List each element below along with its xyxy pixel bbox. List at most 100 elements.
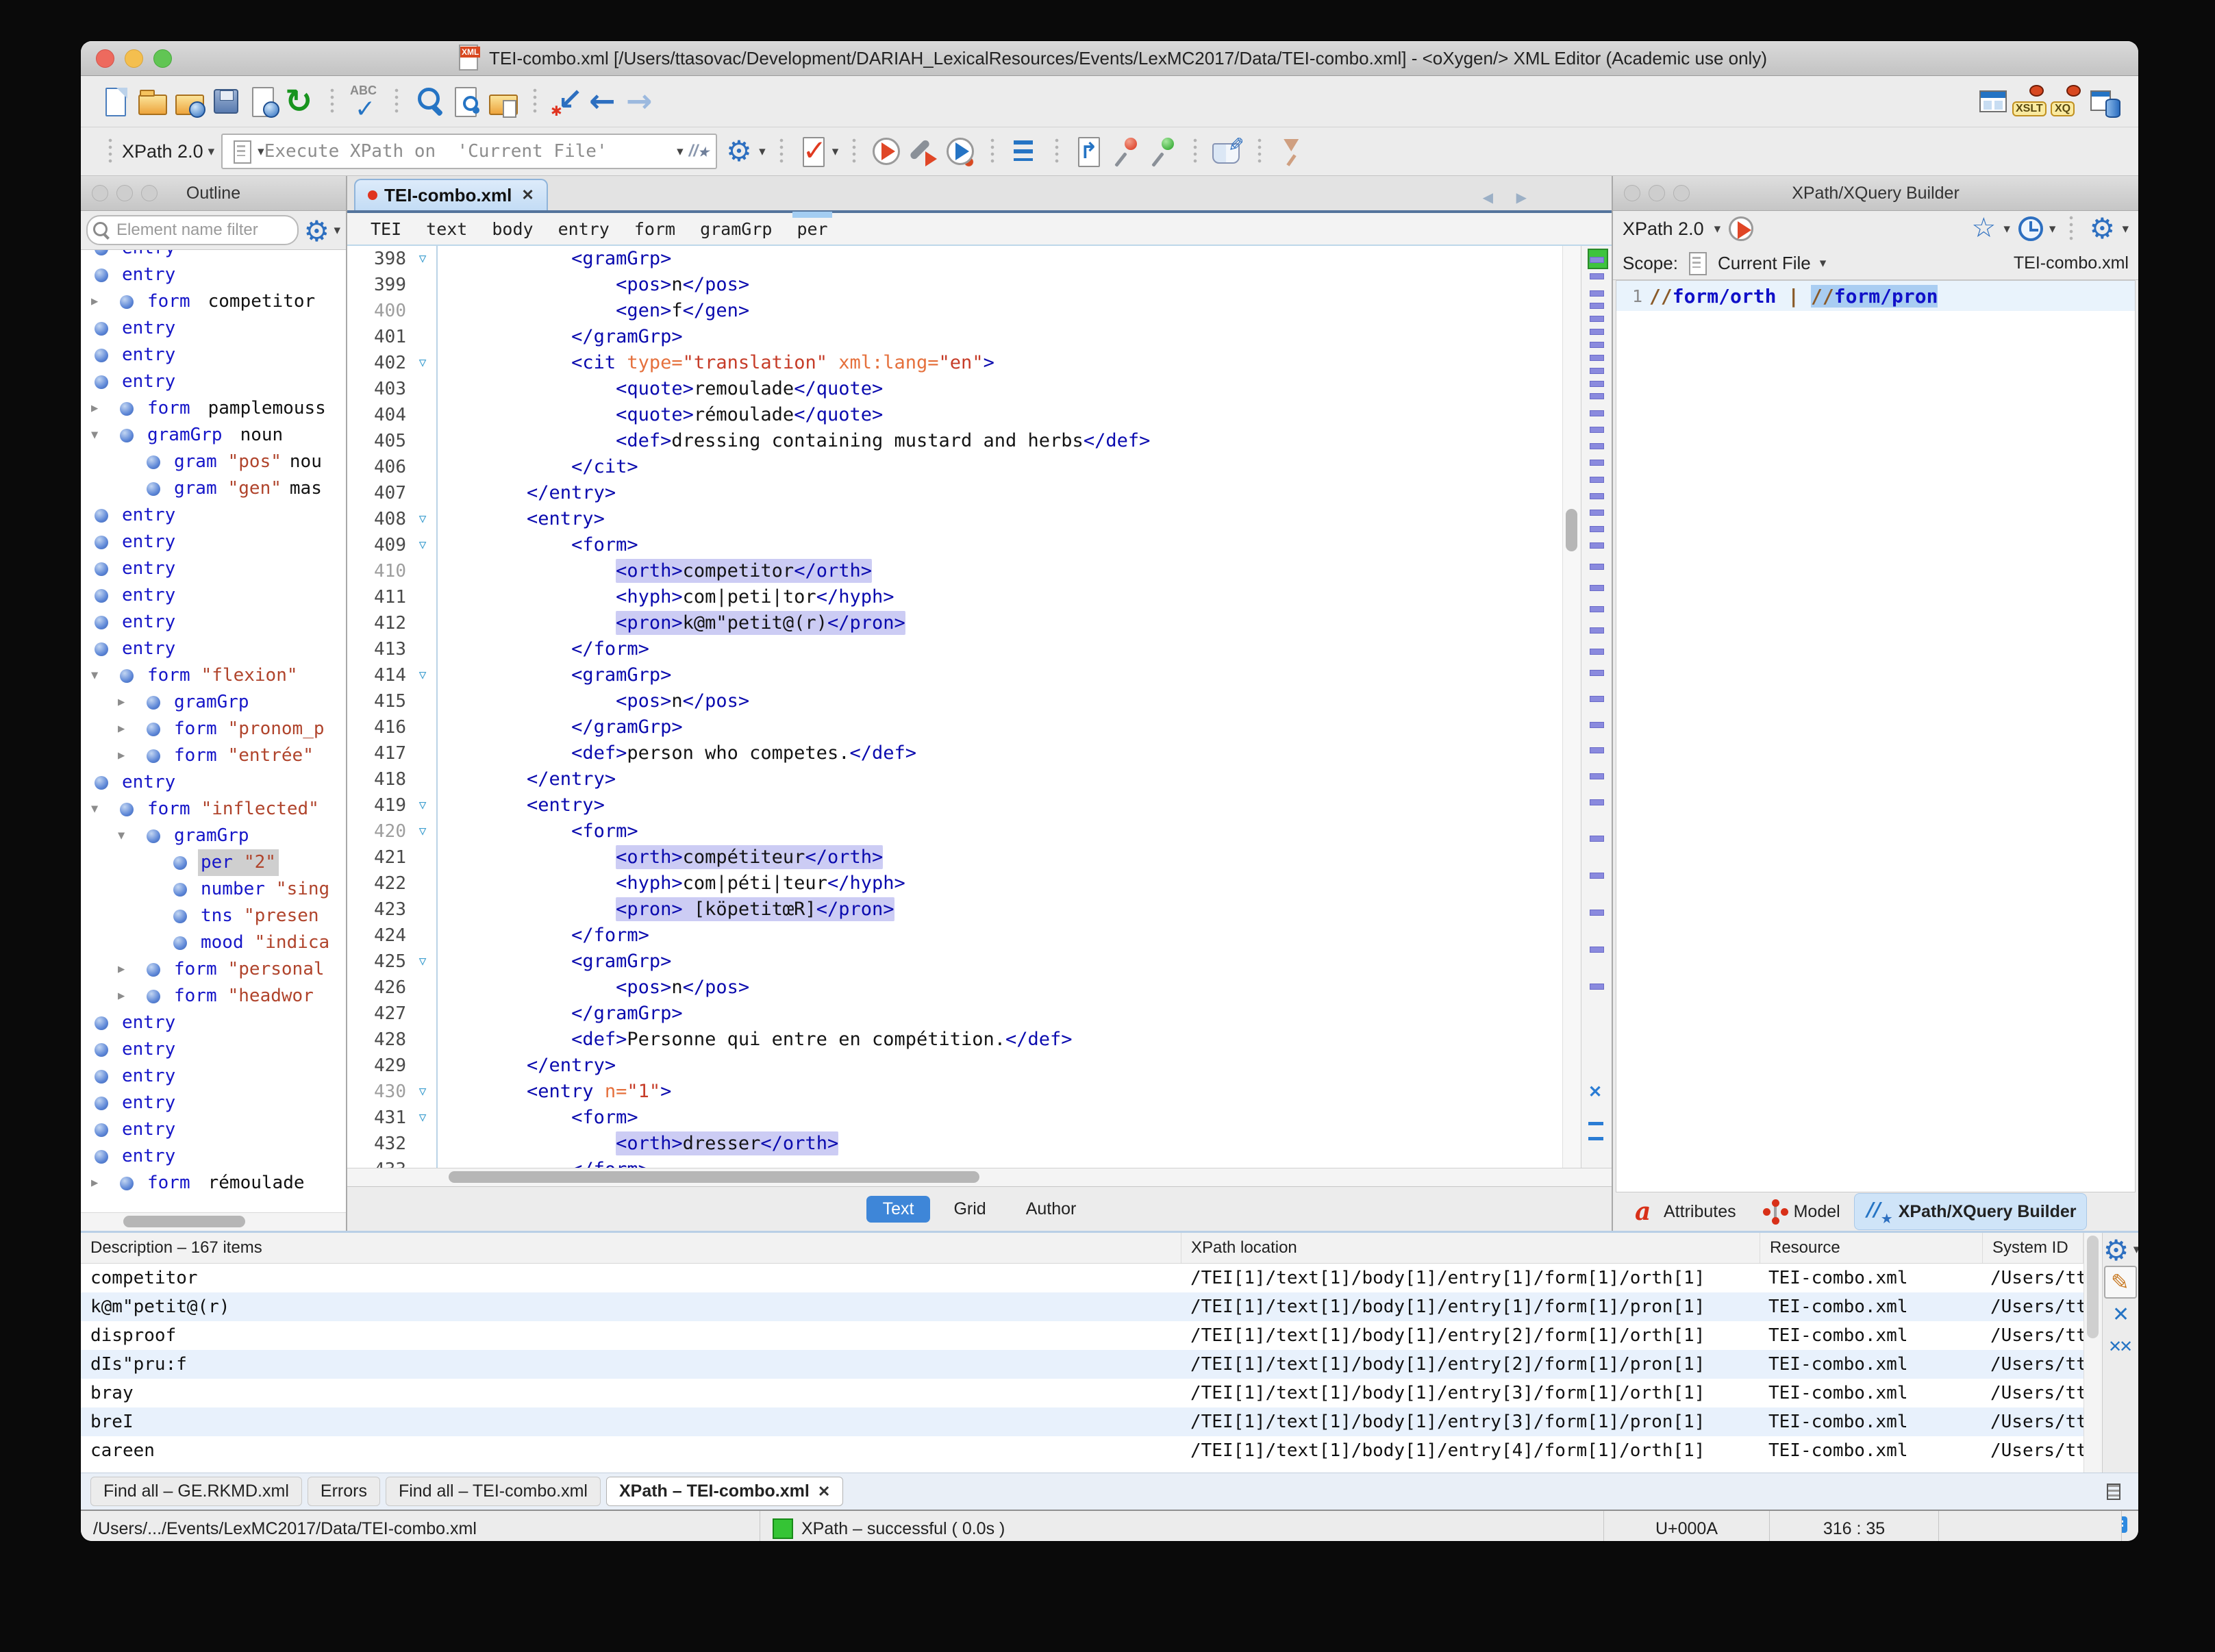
layout-icon-button[interactable] — [1977, 85, 2010, 118]
validate-icon-button[interactable]: ▾ — [797, 134, 838, 168]
result-row[interactable]: dIs"pru:f/TEI[1]/text[1]/body[1]/entry[2… — [81, 1350, 2083, 1379]
outline-item-form[interactable]: ▶ form rémoulade — [81, 1170, 346, 1197]
outline-item-gramGrp[interactable]: ▼ gramGrp — [81, 823, 346, 849]
close-tab-icon[interactable]: ✕ — [818, 1483, 830, 1501]
builder-settings-icon-button[interactable]: ▾ — [2087, 212, 2129, 245]
column-header-description[interactable]: Description – 167 items — [81, 1233, 1181, 1263]
bottom-tab-find-all-ge-rkmd-xml[interactable]: Find all – GE.RKMD.xml — [90, 1477, 302, 1506]
column-header-system-id[interactable]: System ID — [1983, 1233, 2083, 1263]
outline-item-entry[interactable]: entry — [81, 342, 346, 368]
outline-tree[interactable]: entryentry▶formcompetitorentryentryentry… — [81, 250, 346, 1212]
outline-item-gramGrp[interactable]: ▶ gramGrp — [81, 689, 346, 716]
outline-item-form[interactable]: ▼ form "inflected" — [81, 796, 346, 823]
expand-arrow-icon[interactable]: ▶ — [91, 288, 120, 315]
occurrence-mark-icon[interactable] — [1590, 873, 1604, 879]
annotation-ruler[interactable]: ✕ — [1581, 246, 1612, 1168]
expand-arrow-icon[interactable]: ▶ — [118, 983, 147, 1010]
occurrence-mark-icon[interactable] — [1590, 747, 1604, 754]
occurrence-mark-icon[interactable] — [1590, 773, 1604, 779]
column-header-xpath[interactable]: XPath location — [1181, 1233, 1760, 1263]
outline-item-gram[interactable]: gram "pos" nou — [81, 449, 346, 475]
find-resource-icon-button[interactable] — [486, 85, 519, 118]
ruler-marker-icon[interactable] — [1588, 1137, 1603, 1140]
chevron-down-icon[interactable]: ▾ — [1714, 221, 1721, 237]
occurrence-mark-icon[interactable] — [1590, 273, 1604, 280]
xquery-debugger-icon-button[interactable] — [2051, 85, 2083, 118]
history-icon-button[interactable]: ▾ — [2014, 212, 2055, 245]
occurrence-mark-icon[interactable] — [1590, 627, 1604, 634]
occurrence-mark-icon[interactable] — [1590, 799, 1604, 805]
occurrence-mark-icon[interactable] — [1590, 316, 1604, 323]
outline-item-per[interactable]: per "2" — [81, 849, 346, 876]
occurrence-mark-icon[interactable] — [1590, 410, 1604, 416]
occurrence-mark-icon[interactable] — [1590, 670, 1604, 677]
scope-document-icon[interactable] — [229, 138, 255, 165]
outline-item-gram[interactable]: gram "gen" mas — [81, 475, 346, 502]
builder-engine-label[interactable]: XPath 2.0 — [1623, 218, 1704, 240]
execute-xpath-icon[interactable] — [1726, 214, 1756, 244]
occurrence-mark-icon[interactable] — [1590, 606, 1604, 613]
breadcrumb-item-gramGrp[interactable]: gramGrp — [700, 219, 772, 239]
outline-item-form[interactable]: ▶ form "entrée" — [81, 742, 346, 769]
occurrence-mark-icon[interactable] — [1590, 367, 1604, 374]
outline-item-form[interactable]: ▶ form competitor — [81, 288, 346, 315]
open-url-icon-button[interactable] — [173, 85, 205, 118]
occurrence-mark-icon[interactable] — [1590, 257, 1604, 264]
occurrence-mark-icon[interactable] — [1590, 460, 1604, 466]
result-row[interactable]: disproof/TEI[1]/text[1]/body[1]/entry[2]… — [81, 1321, 2083, 1350]
outline-item-tns[interactable]: tns "presen — [81, 903, 346, 929]
dropdown-caret-icon[interactable]: ▾ — [759, 144, 766, 160]
find-replace-icon-button[interactable] — [412, 85, 445, 118]
outline-horizontal-scrollbar[interactable] — [81, 1212, 346, 1231]
refactoring-icon-button[interactable] — [1073, 135, 1105, 168]
outline-item-entry[interactable]: entry — [81, 1063, 346, 1090]
occurrence-mark-icon[interactable] — [1590, 492, 1604, 499]
occurrence-mark-icon[interactable] — [1590, 393, 1604, 400]
close-tab-icon[interactable]: ✕ — [521, 186, 534, 204]
open-builder-icon[interactable]: //★ — [689, 142, 709, 161]
outline-item-form[interactable]: ▶ form "personal — [81, 956, 346, 983]
occurrence-mark-icon[interactable] — [1590, 649, 1604, 655]
ruler-marker-icon[interactable] — [1588, 1122, 1603, 1125]
maximize-panel-icon[interactable] — [2099, 1477, 2129, 1507]
favorites-icon-button[interactable]: ▾ — [1968, 212, 2010, 245]
occurrence-mark-icon[interactable] — [1590, 721, 1604, 728]
scrollbar-thumb[interactable] — [123, 1216, 245, 1227]
transform-icon-button[interactable] — [870, 135, 903, 168]
minimize-window-button[interactable] — [125, 49, 143, 68]
xpath-expression-editor[interactable]: 1 //form/orth | //form/pron — [1616, 280, 2136, 1192]
results-vertical-scrollbar[interactable] — [2083, 1233, 2102, 1473]
close-window-button[interactable] — [96, 49, 114, 68]
outline-item-entry[interactable]: entry — [81, 582, 346, 609]
dropdown-caret-icon[interactable]: ▾ — [2133, 1242, 2138, 1257]
occurrence-mark-icon[interactable] — [1590, 836, 1604, 842]
builder-tab-xpath-xquery-builder[interactable]: XPath/XQuery Builder — [1853, 1193, 2087, 1230]
element-filter-input[interactable]: Element name filter — [86, 215, 299, 245]
occurrence-mark-icon[interactable] — [1590, 341, 1604, 348]
expand-arrow-icon[interactable]: ▶ — [91, 395, 120, 422]
occurrence-mark-icon[interactable] — [1590, 354, 1604, 361]
outline-item-mood[interactable]: mood "indica — [81, 929, 346, 956]
bottom-tab-xpath-tei-combo-xml[interactable]: XPath – TEI-combo.xml ✕ — [605, 1477, 844, 1506]
collapse-arrow-icon[interactable]: ▼ — [118, 823, 147, 849]
result-row[interactable]: bray/TEI[1]/text[1]/body[1]/entry[3]/for… — [81, 1379, 2083, 1407]
results-header-row[interactable]: Description – 167 items XPath location R… — [81, 1233, 2083, 1264]
breadcrumb-item-form[interactable]: form — [634, 219, 675, 239]
outline-item-form[interactable]: ▼ form "flexion" — [81, 662, 346, 689]
builder-tab-model[interactable]: Model — [1750, 1194, 1850, 1229]
chevron-down-icon[interactable]: ▾ — [677, 144, 684, 160]
mode-button-grid[interactable]: Grid — [937, 1196, 1002, 1223]
open-folder-icon-button[interactable] — [136, 85, 168, 118]
outline-item-entry[interactable]: entry — [81, 1116, 346, 1143]
result-row[interactable]: careen/TEI[1]/text[1]/body[1]/entry[4]/f… — [81, 1436, 2083, 1465]
mode-button-author[interactable]: Author — [1010, 1196, 1093, 1223]
external-tools-icon-button[interactable] — [1275, 135, 1308, 168]
pin-green-icon-button[interactable] — [1147, 135, 1179, 168]
builder-tab-attributes[interactable]: Attributes — [1620, 1194, 1746, 1229]
fold-toggle-icon[interactable]: ▽ — [409, 1079, 438, 1105]
tab-scroll-arrows[interactable]: ◀ ▶ — [1483, 189, 1536, 206]
documentation-icon-button[interactable] — [1211, 135, 1244, 168]
occurrence-mark-icon[interactable] — [1590, 509, 1604, 516]
expand-arrow-icon[interactable]: ▶ — [118, 956, 147, 983]
occurrence-mark-icon[interactable] — [1590, 426, 1604, 433]
